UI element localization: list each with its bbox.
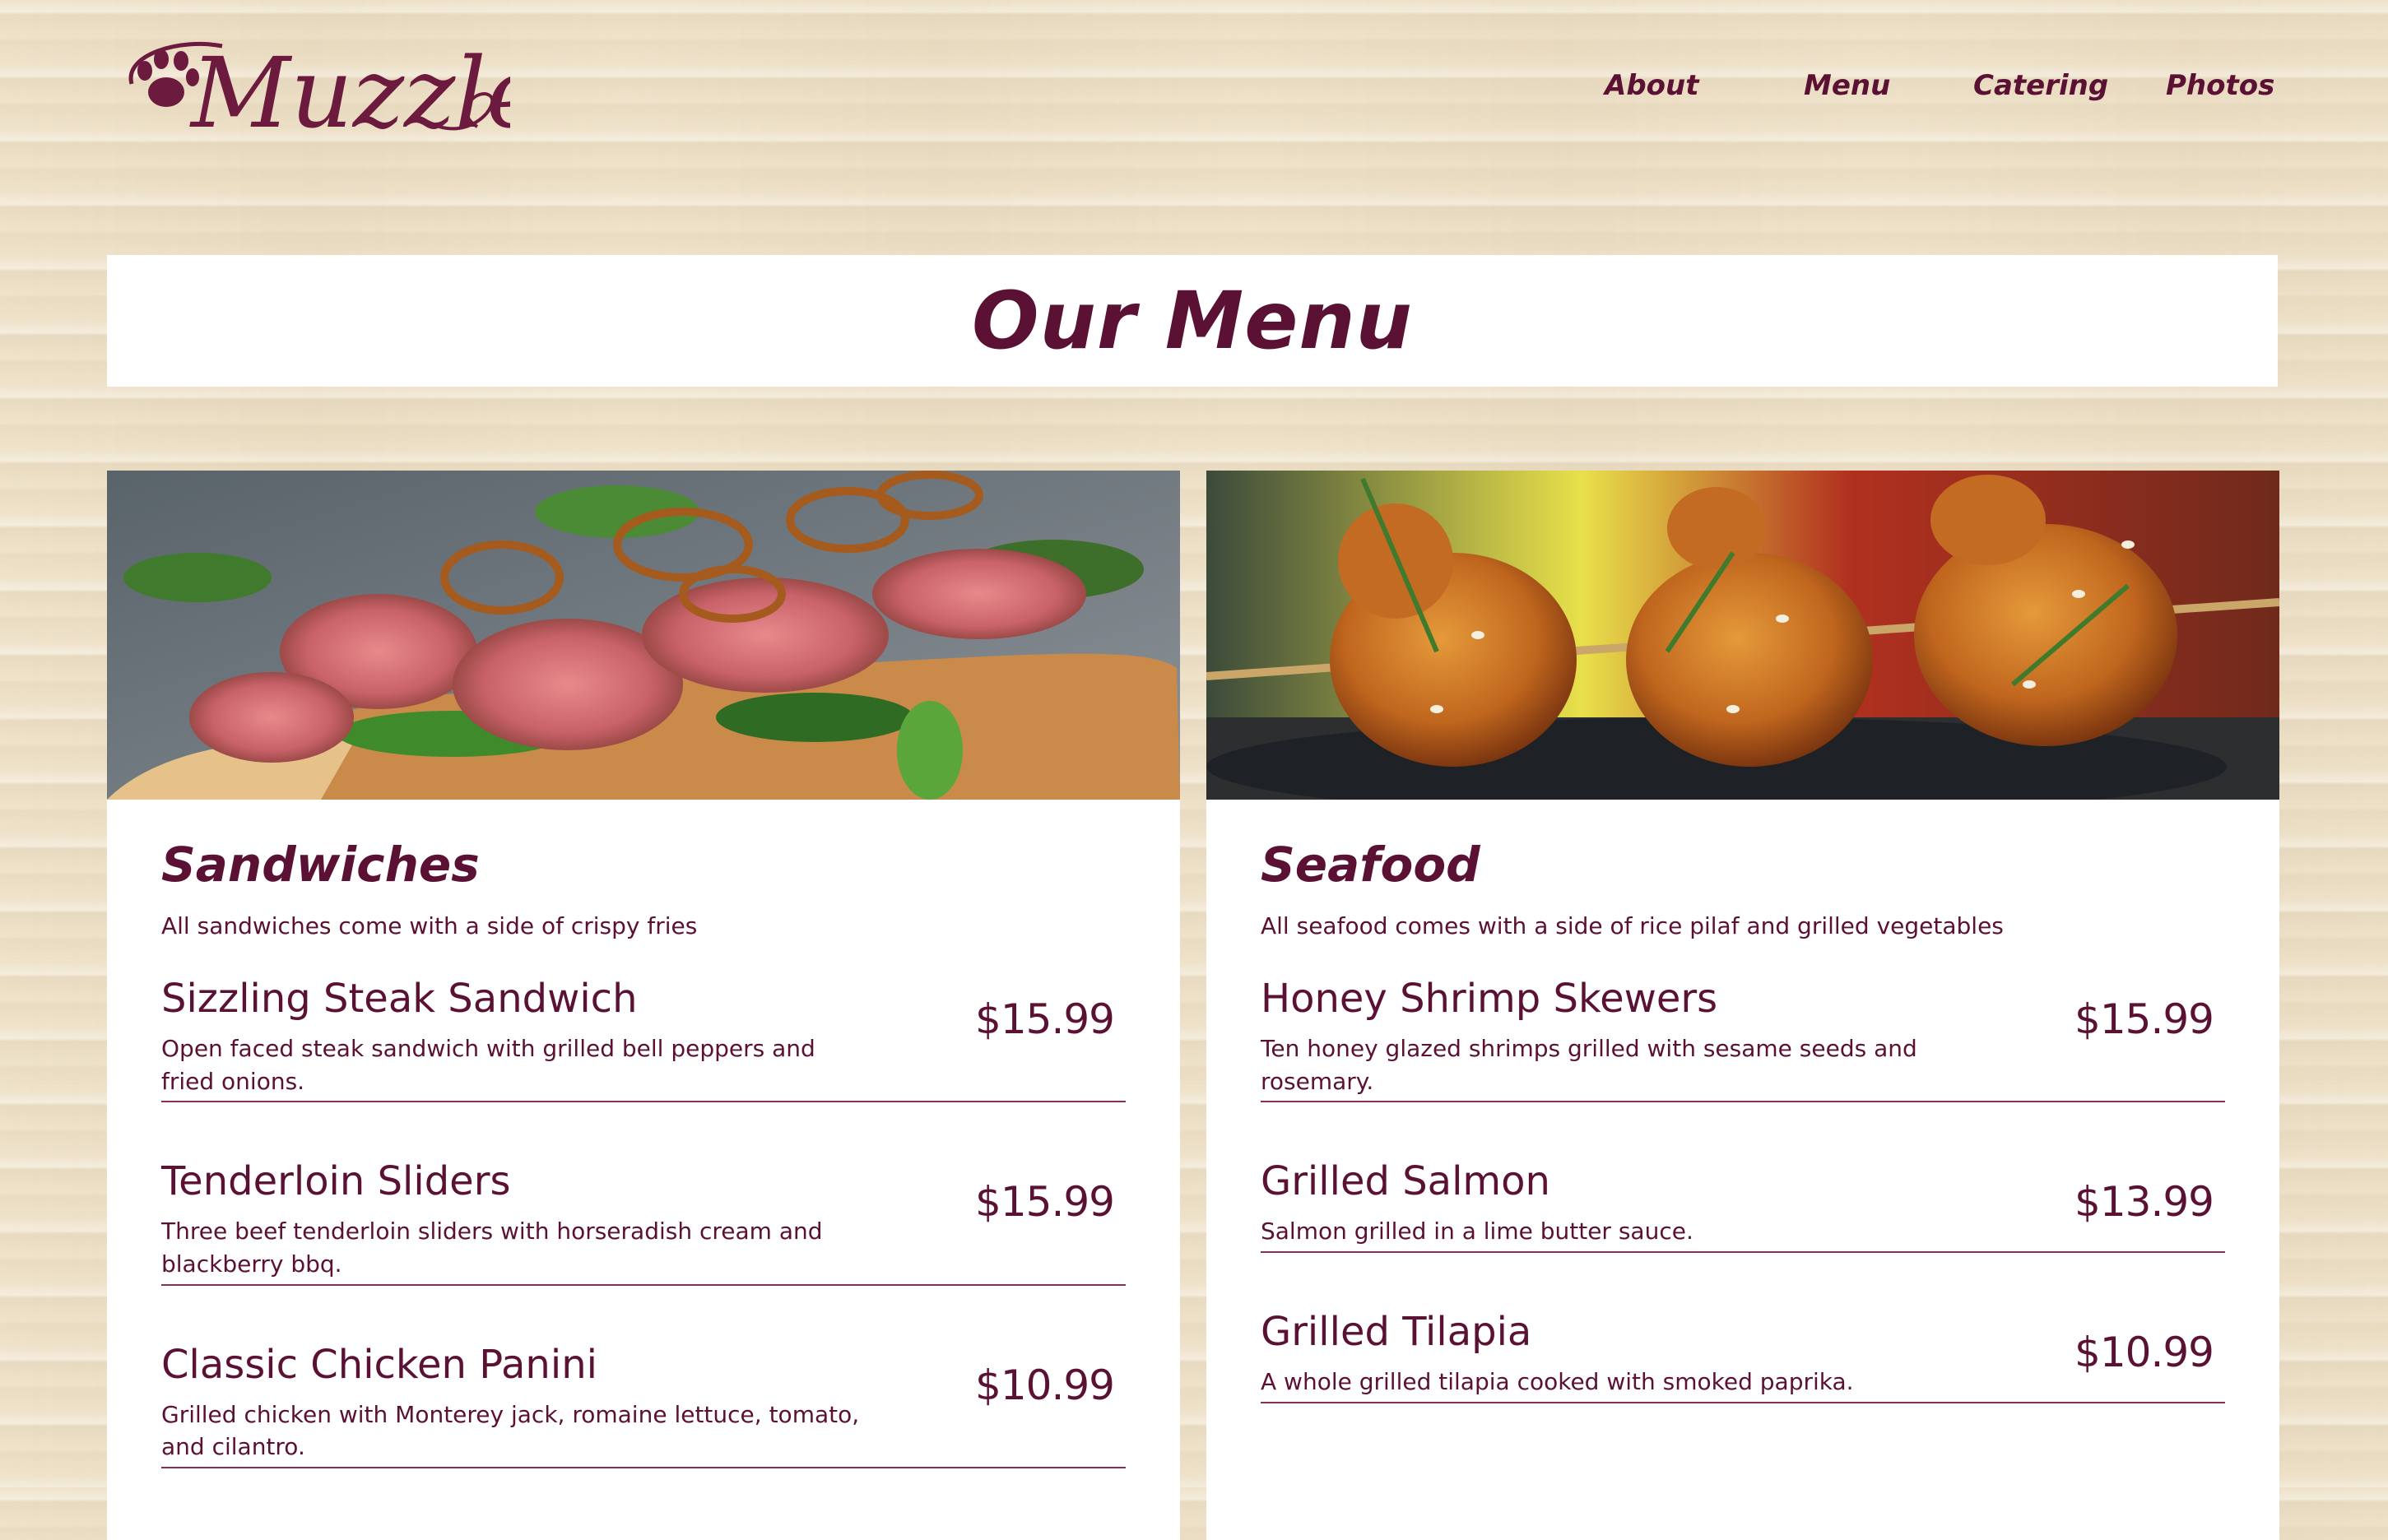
- menu-item[interactable]: Grilled Tilapia A whole grilled tilapia …: [1261, 1310, 2225, 1403]
- item-description: Salmon grilled in a lime butter sauce.: [1261, 1218, 1693, 1245]
- menu-section-seafood: Seafood All seafood comes with a side of…: [1206, 471, 2279, 1540]
- shrimp-skewers-photo: [1206, 471, 2279, 800]
- item-name: Honey Shrimp Skewers: [1261, 976, 1718, 1023]
- item-price: $15.99: [975, 995, 1115, 1044]
- item-name: Grilled Tilapia: [1261, 1309, 1532, 1356]
- nav-catering[interactable]: Catering: [1973, 69, 2108, 102]
- menu-items: Honey Shrimp Skewers Ten honey glazed sh…: [1261, 977, 2225, 1403]
- item-name: Sizzling Steak Sandwich: [161, 976, 638, 1023]
- section-body: Seafood All seafood comes with a side of…: [1206, 800, 2279, 1403]
- page-title-band: Our Menu: [107, 255, 2278, 387]
- section-title: Seafood: [1261, 837, 1480, 893]
- site-header: Muzzles About Menu Catering Photos: [0, 0, 2388, 239]
- steak-sandwich-photo: [107, 471, 1180, 800]
- nav-about[interactable]: About: [1605, 69, 1698, 102]
- menu-item[interactable]: Grilled Salmon Salmon grilled in a lime …: [1261, 1158, 2225, 1254]
- menu-item[interactable]: Sizzling Steak Sandwich Open faced steak…: [161, 976, 1126, 1103]
- item-price: $15.99: [2074, 995, 2214, 1044]
- item-price: $15.99: [975, 1178, 1115, 1227]
- item-price: $10.99: [2074, 1329, 2214, 1377]
- item-description: Three beef tenderloin sliders with horse…: [161, 1218, 823, 1278]
- nav-menu[interactable]: Menu: [1804, 69, 1890, 102]
- item-name: Tenderloin Sliders: [161, 1158, 511, 1205]
- menu-item[interactable]: Honey Shrimp Skewers Ten honey glazed sh…: [1261, 976, 2225, 1103]
- menu-item[interactable]: Classic Chicken Panini Grilled chicken w…: [161, 1341, 1126, 1469]
- item-description: Ten honey glazed shrimps grilled with se…: [1261, 1034, 1917, 1095]
- item-description: A whole grilled tilapia cooked with smok…: [1261, 1367, 1854, 1395]
- section-note: All sandwiches come with a side of crisp…: [161, 911, 698, 939]
- main-nav: About Menu Catering Photos: [0, 69, 2388, 118]
- item-price: $10.99: [975, 1361, 1115, 1409]
- section-body: Sandwiches All sandwiches come with a si…: [107, 800, 1180, 1469]
- item-description: Grilled chicken with Monterey jack, roma…: [161, 1400, 860, 1461]
- menu-item[interactable]: Tenderloin Sliders Three beef tenderloin…: [161, 1158, 1126, 1286]
- item-price: $13.99: [2074, 1178, 2214, 1227]
- section-title: Sandwiches: [161, 837, 480, 893]
- page-title: Our Menu: [971, 275, 1414, 367]
- item-name: Grilled Salmon: [1261, 1158, 1550, 1205]
- menu-section-sandwiches: Sandwiches All sandwiches come with a si…: [107, 471, 1180, 1540]
- menu-items: Sizzling Steak Sandwich Open faced steak…: [161, 976, 1126, 1469]
- nav-photos[interactable]: Photos: [2166, 69, 2274, 102]
- section-note: All seafood comes with a side of rice pi…: [1261, 911, 2004, 939]
- item-name: Classic Chicken Panini: [161, 1341, 597, 1388]
- item-description: Open faced steak sandwich with grilled b…: [161, 1034, 815, 1095]
